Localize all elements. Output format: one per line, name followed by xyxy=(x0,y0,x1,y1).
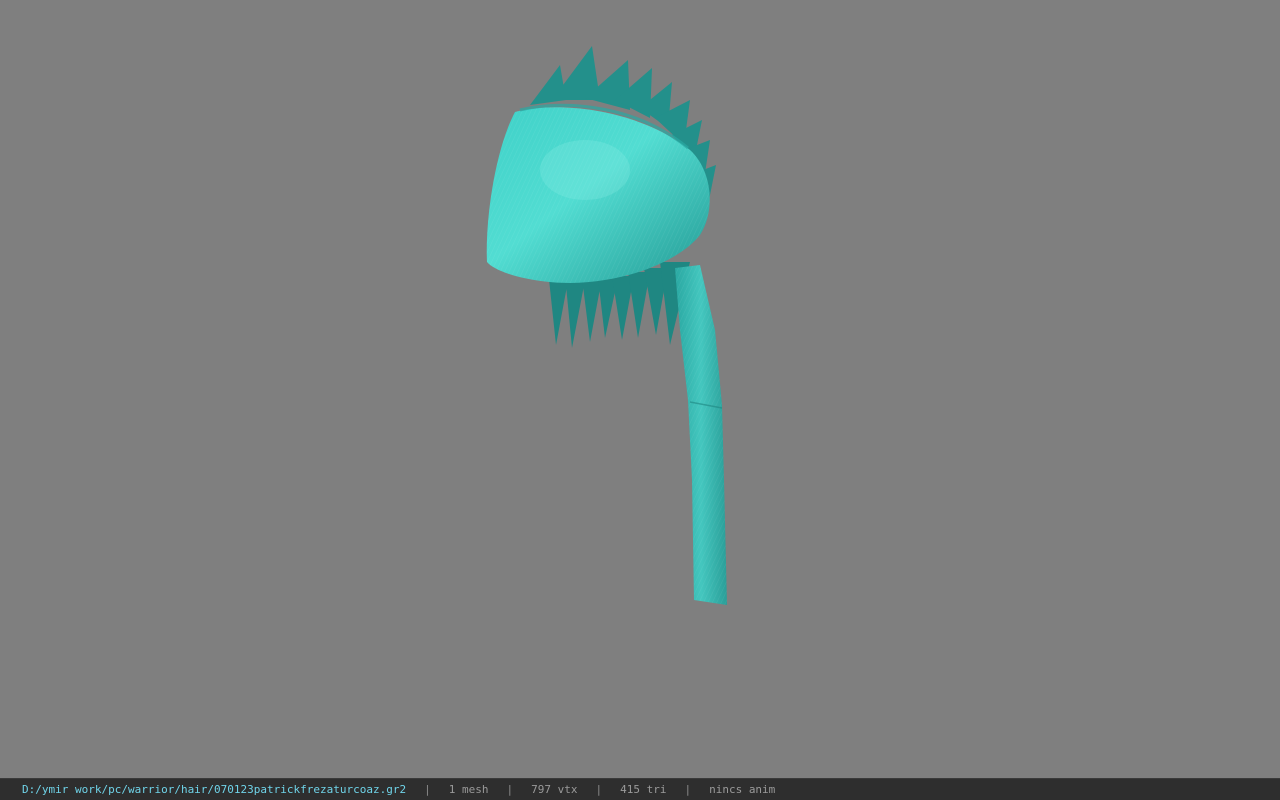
vertex-count-label: 797 vtx xyxy=(531,783,578,796)
status-separator: | xyxy=(506,783,514,796)
animation-status-label: nincs anim xyxy=(709,783,776,796)
hair-model-render xyxy=(486,46,727,605)
triangle-count-label: 415 tri xyxy=(620,783,667,796)
status-separator: | xyxy=(595,783,603,796)
bandana-tail xyxy=(675,265,727,605)
file-path-label: D:/ymir work/pc/warrior/hair/070123patri… xyxy=(22,783,407,796)
mesh-count-label: 1 mesh xyxy=(448,783,489,796)
status-separator: | xyxy=(684,783,692,796)
status-bar: D:/ymir work/pc/warrior/hair/070123patri… xyxy=(0,778,1280,800)
status-separator: | xyxy=(424,783,431,796)
3d-viewport[interactable] xyxy=(0,0,1280,778)
